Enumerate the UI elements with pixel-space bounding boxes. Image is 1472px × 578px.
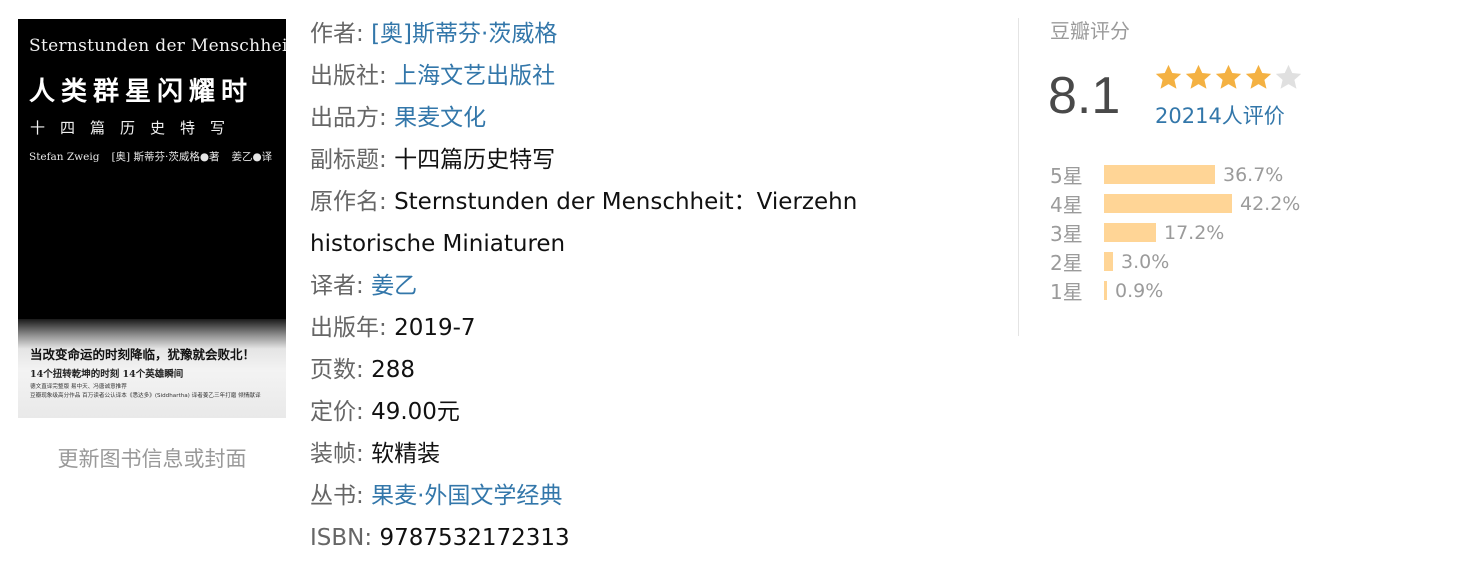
star-filled-icon	[1245, 64, 1272, 89]
cover-author-line: Stefan Zweig [奥] 斯蒂芬·茨威格●著 姜乙●译	[29, 149, 272, 164]
info-row-original-title: 原作名: Sternstunden der Menschheit：Vierzeh…	[310, 181, 890, 265]
cover-tagline: 14个扭转乾坤的时刻 14个英雄瞬间	[30, 369, 184, 380]
isbn-value: 9787532172313	[379, 525, 570, 551]
binding-label: 装帧:	[310, 441, 364, 467]
isbn-label: ISBN:	[310, 525, 373, 551]
distribution-percent: 0.9%	[1115, 279, 1164, 302]
cover-english-title: Sternstunden der Menschheit	[29, 36, 286, 56]
producer-link[interactable]: 果麦文化	[394, 105, 486, 131]
book-info: 作者: [奥]斯蒂芬·茨威格 出版社: 上海文艺出版社 出品方: 果麦文化 副标…	[310, 13, 890, 559]
cover-slogan: 当改变命运的时刻降临，犹豫就会败北！	[30, 347, 256, 362]
star-filled-icon	[1155, 64, 1182, 89]
distribution-label: 1星	[1050, 280, 1083, 304]
cover-blurb: 德文直译完整版 易中天、冯唐诚意推荐 豆瓣现象级高分作品 百万读者公认译本《悉达…	[30, 383, 280, 400]
rating-stars	[1154, 63, 1304, 92]
rating-distribution-row: 3星 17.2%	[1050, 218, 1300, 247]
translator-link[interactable]: 姜乙	[371, 273, 417, 299]
pages-label: 页数:	[310, 357, 364, 383]
info-row-publisher: 出版社: 上海文艺出版社	[310, 55, 890, 97]
series-link[interactable]: 果麦·外国文学经典	[371, 483, 562, 509]
star-empty-icon	[1275, 64, 1302, 89]
pages-value: 288	[371, 357, 415, 383]
rating-title: 豆瓣评分	[1050, 19, 1130, 43]
info-row-isbn: ISBN: 9787532172313	[310, 517, 890, 559]
star-filled-icon	[1185, 64, 1212, 89]
cover-chinese-title: 人类群星闪耀时	[29, 77, 254, 107]
author-label: 作者:	[310, 21, 364, 47]
distribution-label: 4星	[1050, 193, 1083, 217]
distribution-percent: 36.7%	[1223, 163, 1284, 186]
distribution-bar	[1104, 281, 1107, 300]
cover-blurb-line: 德文直译完整版 易中天、冯唐诚意推荐	[30, 384, 127, 390]
distribution-bar	[1104, 252, 1113, 271]
price-value: 49.00元	[371, 399, 460, 425]
distribution-percent: 17.2%	[1164, 221, 1225, 244]
cover-translator-cn: 姜乙●译	[231, 151, 273, 163]
price-label: 定价:	[310, 399, 364, 425]
cover-bottom-band: 当改变命运的时刻降临，犹豫就会败北！ 14个扭转乾坤的时刻 14个英雄瞬间 德文…	[18, 319, 286, 418]
rating-count-link[interactable]: 20214人评价	[1155, 100, 1285, 130]
producer-label: 出品方:	[310, 105, 387, 131]
info-row-producer: 出品方: 果麦文化	[310, 97, 890, 139]
info-row-subtitle: 副标题: 十四篇历史特写	[310, 139, 890, 181]
info-row-translator: 译者: 姜乙	[310, 265, 890, 307]
rating-distribution-row: 4星 42.2%	[1050, 189, 1300, 218]
cover-author-cn: [奥] 斯蒂芬·茨威格●著	[111, 151, 220, 163]
distribution-bar	[1104, 194, 1232, 213]
distribution-label: 5星	[1050, 164, 1083, 188]
distribution-label: 2星	[1050, 251, 1083, 275]
rating-distribution: 5星 36.7% 4星 42.2% 3星 17.2% 2星 3.0% 1星 0.…	[1050, 160, 1300, 305]
cover-author-en: Stefan Zweig	[29, 151, 100, 163]
book-cover[interactable]: Sternstunden der Menschheit 人类群星闪耀时 十四篇历…	[18, 19, 286, 418]
binding-value: 软精装	[371, 441, 441, 467]
info-row-price: 定价: 49.00元	[310, 391, 890, 433]
distribution-percent: 42.2%	[1240, 192, 1301, 215]
info-row-binding: 装帧: 软精装	[310, 433, 890, 475]
rating-distribution-row: 5星 36.7%	[1050, 160, 1300, 189]
distribution-bar	[1104, 223, 1156, 242]
info-row-year: 出版年: 2019-7	[310, 307, 890, 349]
info-row-pages: 页数: 288	[310, 349, 890, 391]
original-title-label: 原作名:	[310, 189, 387, 215]
author-link[interactable]: [奥]斯蒂芬·茨威格	[371, 21, 557, 47]
series-label: 丛书:	[310, 483, 364, 509]
update-book-info-link[interactable]: 更新图书信息或封面	[18, 443, 286, 473]
distribution-label: 3星	[1050, 222, 1083, 246]
info-row-series: 丛书: 果麦·外国文学经典	[310, 475, 890, 517]
distribution-bar	[1104, 165, 1215, 184]
rating-distribution-row: 2星 3.0%	[1050, 247, 1300, 276]
subtitle-label: 副标题:	[310, 147, 387, 173]
distribution-percent: 3.0%	[1121, 250, 1170, 273]
year-value: 2019-7	[394, 315, 476, 341]
subtitle-value: 十四篇历史特写	[394, 147, 556, 173]
year-label: 出版年:	[310, 315, 387, 341]
rating-distribution-row: 1星 0.9%	[1050, 276, 1300, 305]
rating-score: 8.1	[1048, 67, 1121, 125]
rating-divider	[1018, 18, 1019, 336]
cover-subtitle: 十四篇历史特写	[30, 119, 241, 137]
publisher-label: 出版社:	[310, 63, 387, 89]
info-row-author: 作者: [奥]斯蒂芬·茨威格	[310, 13, 890, 55]
publisher-link[interactable]: 上海文艺出版社	[394, 63, 555, 89]
cover-blurb-line: 豆瓣现象级高分作品 百万读者公认译本《悉达多》(Siddhartha) 译者姜乙…	[30, 392, 261, 399]
star-filled-icon	[1215, 64, 1242, 89]
translator-label: 译者:	[310, 273, 364, 299]
original-title-value: Sternstunden der Menschheit：Vierzehn his…	[310, 189, 858, 257]
